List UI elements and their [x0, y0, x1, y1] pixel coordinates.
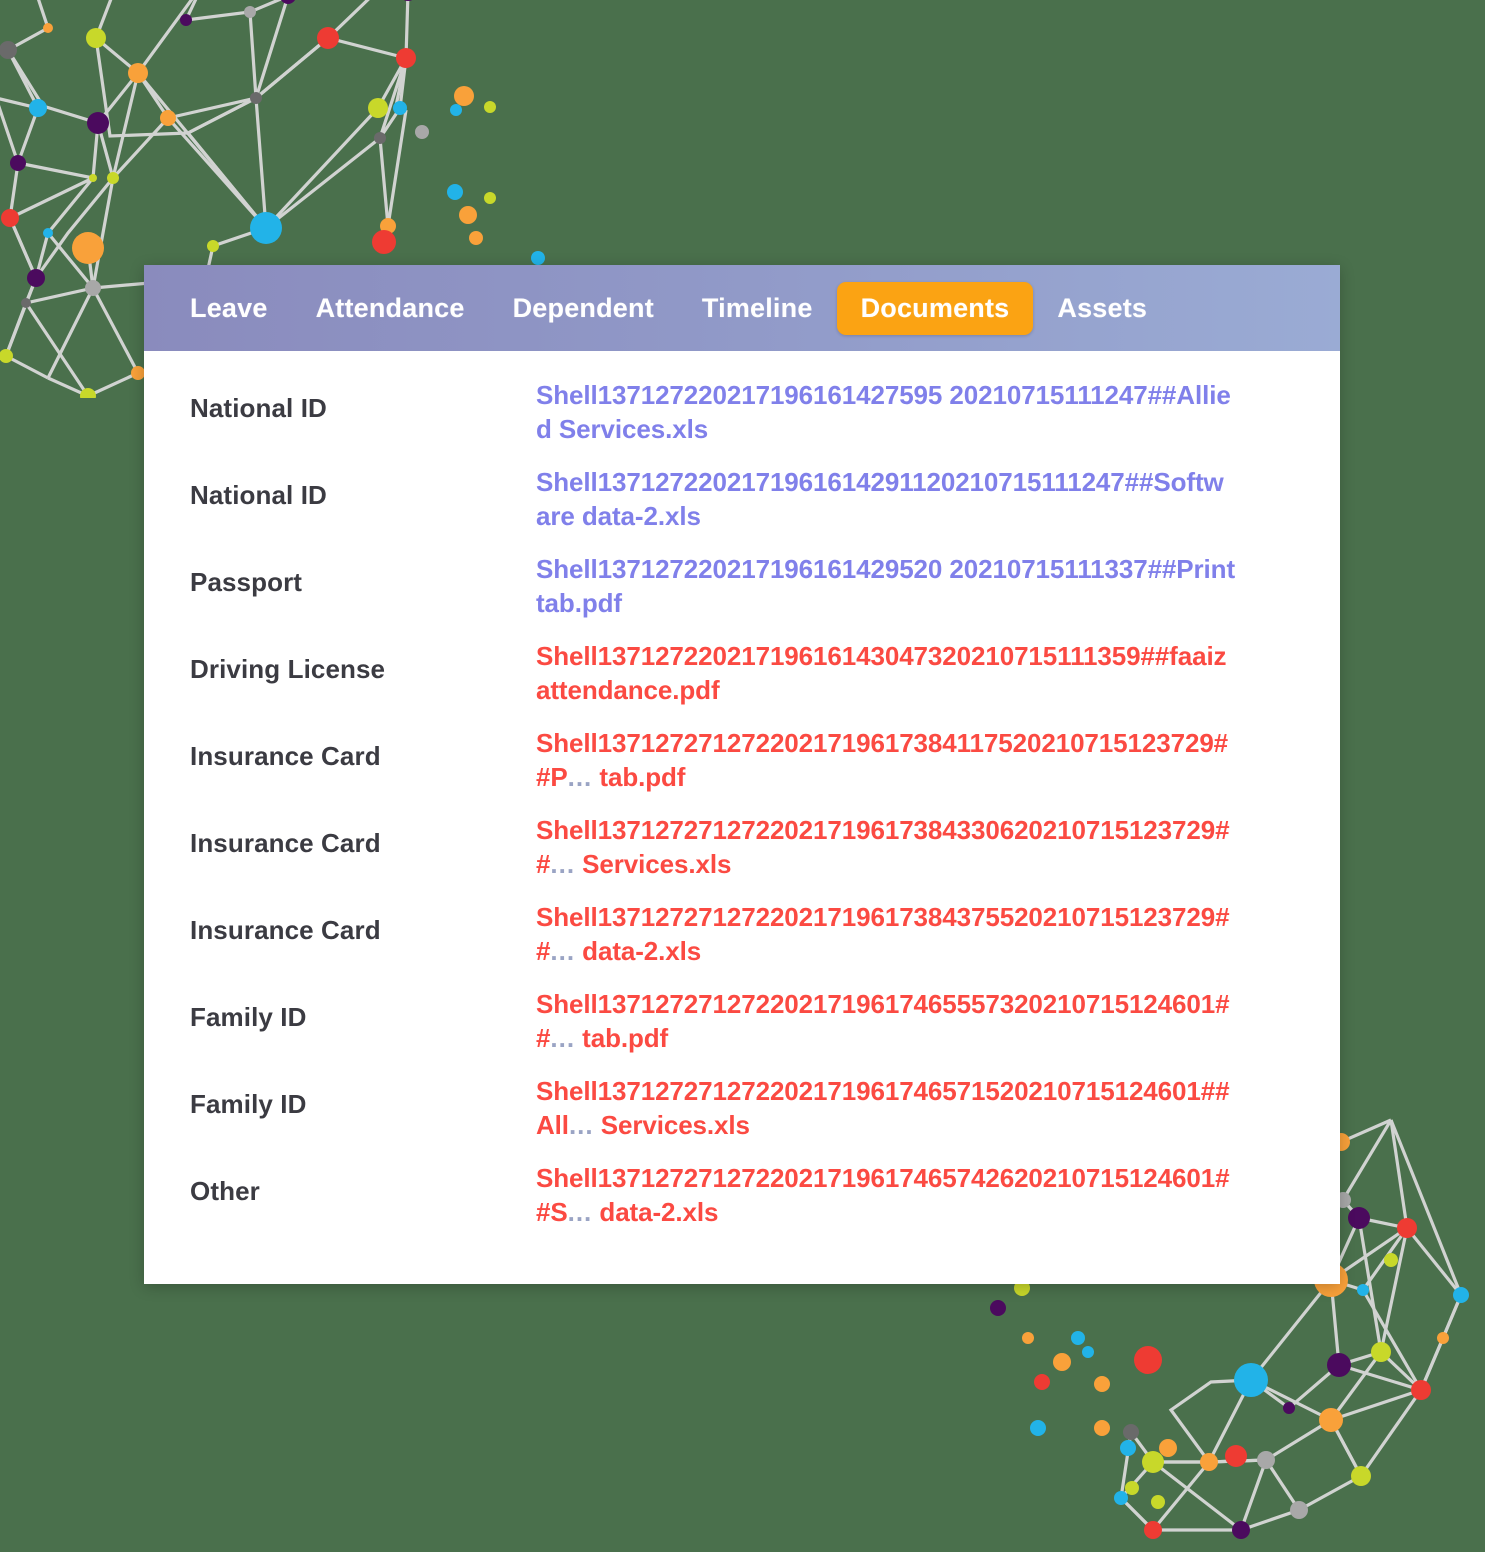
table-row: Insurance Card Shell13712727127220217196…: [144, 814, 1340, 901]
tab-assets[interactable]: Assets: [1033, 282, 1171, 335]
document-file-link[interactable]: Shell13712727127220217196173841175202107…: [536, 727, 1276, 795]
document-file-suffix: data-2.xls: [582, 935, 702, 966]
employee-documents-card: Leave Attendance Dependent Timeline Docu…: [144, 265, 1340, 1284]
document-file-link[interactable]: Shell13712722021719616143047320210715111…: [536, 640, 1276, 708]
document-file-name: Shell13712722021719616142911202107151112…: [536, 467, 1224, 531]
document-list: National ID Shell13712722021719616142759…: [144, 351, 1340, 1249]
table-row: Insurance Card Shell13712727127220217196…: [144, 727, 1340, 814]
document-type-label: Insurance Card: [190, 741, 381, 771]
document-file-link[interactable]: Shell13712727127220217196173843755202107…: [536, 901, 1276, 969]
document-file-suffix: tab.pdf: [582, 1022, 669, 1053]
document-file-suffix: tab.pdf: [599, 761, 686, 792]
document-file-link[interactable]: Shell13712722021719616142911202107151112…: [536, 466, 1276, 534]
tab-leave[interactable]: Leave: [166, 282, 292, 335]
document-type-label: Insurance Card: [190, 915, 381, 945]
document-type-label: Family ID: [190, 1002, 307, 1032]
document-file-suffix: Services.xls: [582, 848, 732, 879]
table-row: Driving License Shell1371272202171961614…: [144, 640, 1340, 727]
tab-dependent[interactable]: Dependent: [489, 282, 678, 335]
table-row: Other Shell13712727127220217196174657426…: [144, 1162, 1340, 1249]
document-type-label: National ID: [190, 393, 327, 423]
document-file-link[interactable]: Shell137127220217196161429520 2021071511…: [536, 553, 1276, 621]
tab-bar: Leave Attendance Dependent Timeline Docu…: [144, 265, 1340, 351]
document-type-label: National ID: [190, 480, 327, 510]
truncation-ellipsis: ...: [550, 1022, 576, 1053]
document-file-link[interactable]: Shell137127220217196161427595 2021071511…: [536, 379, 1276, 447]
tab-timeline[interactable]: Timeline: [678, 282, 837, 335]
scatter-dots-top: [372, 86, 545, 265]
document-file-link[interactable]: Shell13712727127220217196174655573202107…: [536, 988, 1276, 1056]
table-row: National ID Shell13712722021719616142911…: [144, 466, 1340, 553]
table-row: Insurance Card Shell13712727127220217196…: [144, 901, 1340, 988]
table-row: National ID Shell13712722021719616142759…: [144, 379, 1340, 466]
document-type-label: Passport: [190, 567, 303, 597]
document-file-link[interactable]: Shell13712727127220217196174657426202107…: [536, 1162, 1276, 1230]
document-file-name: Shell13712722021719616143047320210715111…: [536, 641, 1227, 705]
document-file-link[interactable]: Shell13712727127220217196174657152021071…: [536, 1075, 1276, 1143]
document-file-suffix: data-2.xls: [599, 1196, 719, 1227]
document-type-label: Insurance Card: [190, 828, 381, 858]
scatter-dots-bottom: [990, 1280, 1177, 1509]
document-file-name: Shell137127220217196161429520 2021071511…: [536, 554, 1236, 618]
document-file-suffix: Services.xls: [600, 1109, 750, 1140]
document-file-name: Shell137127220217196161427595 2021071511…: [536, 380, 1231, 444]
truncation-ellipsis: ...: [567, 761, 593, 792]
document-type-label: Family ID: [190, 1089, 307, 1119]
table-row: Family ID Shell1371272712722021719617465…: [144, 1075, 1340, 1162]
truncation-ellipsis: ...: [550, 848, 576, 879]
tab-attendance[interactable]: Attendance: [292, 282, 489, 335]
document-file-link[interactable]: Shell13712727127220217196173843306202107…: [536, 814, 1276, 882]
table-row: Family ID Shell1371272712722021719617465…: [144, 988, 1340, 1075]
tab-documents[interactable]: Documents: [836, 281, 1034, 335]
truncation-ellipsis: ...: [567, 1196, 593, 1227]
truncation-ellipsis: ...: [550, 935, 576, 966]
table-row: Passport Shell137127220217196161429520 2…: [144, 553, 1340, 640]
truncation-ellipsis: ...: [568, 1109, 594, 1140]
document-type-label: Driving License: [190, 654, 386, 684]
document-type-label: Other: [190, 1176, 260, 1206]
